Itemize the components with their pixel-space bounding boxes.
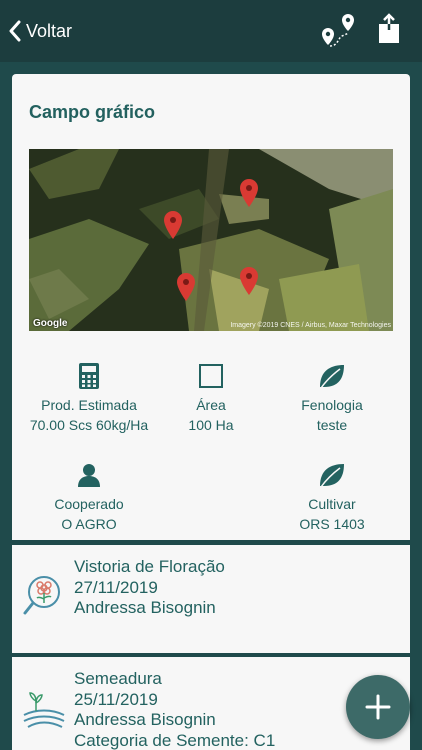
back-label: Voltar bbox=[26, 20, 73, 41]
stat-cooperado: Cooperado O AGRO bbox=[9, 460, 169, 534]
magnifier-flower-icon bbox=[23, 576, 60, 615]
event-type: Vistoria de Floração bbox=[74, 557, 225, 576]
stat-label: Cultivar bbox=[308, 496, 356, 512]
map-pin[interactable] bbox=[164, 211, 182, 239]
stat-cultivar: Cultivar ORS 1403 bbox=[252, 460, 412, 534]
map-imagery bbox=[29, 149, 393, 331]
stat-label: Fenologia bbox=[301, 397, 363, 413]
person-icon bbox=[78, 464, 100, 487]
stat-value: ORS 1403 bbox=[299, 516, 365, 532]
event-text: Semeadura 25/11/2019 Andressa Bisognin C… bbox=[74, 669, 275, 750]
page-title: Campo gráfico bbox=[29, 102, 156, 122]
leaf-icon bbox=[320, 464, 344, 488]
leaf-icon bbox=[320, 365, 344, 389]
chevron-left-icon bbox=[9, 20, 21, 42]
route-pins-icon[interactable] bbox=[318, 12, 358, 50]
back-button[interactable]: Voltar bbox=[8, 16, 72, 46]
map-pin[interactable] bbox=[177, 273, 195, 301]
event-type: Semeadura bbox=[74, 669, 162, 688]
event-text: Vistoria de Floração 27/11/2019 Andressa… bbox=[74, 557, 225, 619]
event-card-vistoria[interactable]: Vistoria de Floração 27/11/2019 Andressa… bbox=[12, 545, 410, 653]
map-attribution: Imagery ©2019 CNES / Airbus, Maxar Techn… bbox=[230, 322, 391, 329]
satellite-map[interactable]: Google Imagery ©2019 CNES / Airbus, Maxa… bbox=[29, 149, 393, 331]
calculator-icon bbox=[79, 363, 99, 389]
plus-icon bbox=[365, 694, 391, 720]
share-icon[interactable] bbox=[374, 12, 404, 46]
add-button[interactable] bbox=[346, 675, 410, 739]
stat-fenologia: Fenologia teste bbox=[252, 361, 412, 435]
event-author: Andressa Bisognin bbox=[74, 710, 216, 729]
stat-label: Cooperado bbox=[54, 496, 124, 512]
map-pin[interactable] bbox=[240, 267, 258, 295]
event-date: 25/11/2019 bbox=[74, 689, 158, 709]
stat-value: O AGRO bbox=[61, 516, 117, 532]
top-bar: Voltar bbox=[0, 0, 422, 62]
stat-value: teste bbox=[316, 417, 348, 433]
event-detail: Categoria de Semente: C1 bbox=[74, 730, 276, 750]
event-date: 27/11/2019 bbox=[74, 577, 158, 597]
map-google-logo: Google bbox=[33, 318, 68, 329]
event-author: Andressa Bisognin bbox=[74, 598, 216, 617]
square-icon bbox=[199, 364, 223, 388]
field-card: Campo gráfico Google Imagery ©2019 CNES … bbox=[12, 74, 410, 540]
map-pin[interactable] bbox=[240, 179, 258, 207]
sprout-field-icon bbox=[23, 692, 65, 728]
